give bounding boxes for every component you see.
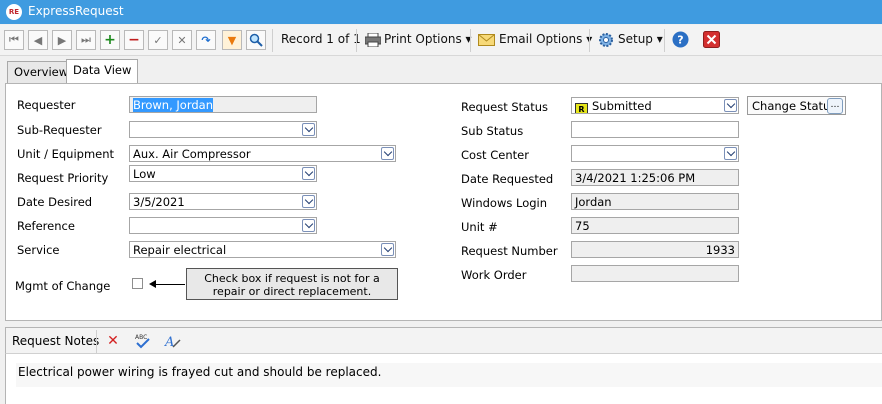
first-record-icon[interactable]: ⏮ xyxy=(4,30,24,50)
date-desired-value: 3/5/2021 xyxy=(133,195,185,209)
text-format-icon[interactable]: A xyxy=(164,332,182,350)
setup-menu[interactable]: Setup ▾ xyxy=(618,32,663,46)
next-record-icon[interactable]: ▶ xyxy=(52,30,72,50)
request-priority-value: Low xyxy=(133,167,156,181)
change-status-label: Change Status xyxy=(752,99,837,113)
request-notes-toolbar: Request Notes ✕ ABC A xyxy=(5,327,882,354)
delete-note-icon[interactable]: ✕ xyxy=(104,332,122,350)
mgmt-of-change-tooltip: Check box if request is not for a repair… xyxy=(186,268,398,300)
request-status-label: Request Status xyxy=(461,100,549,114)
title-bar: RE ExpressRequest xyxy=(0,0,882,24)
request-notes-title: Request Notes xyxy=(12,334,100,348)
help-icon[interactable]: ? xyxy=(672,31,689,48)
work-order-label: Work Order xyxy=(461,268,527,282)
delete-icon[interactable]: − xyxy=(124,30,144,50)
svg-text:ABC: ABC xyxy=(135,334,147,341)
service-label: Service xyxy=(17,243,60,257)
cost-center-label: Cost Center xyxy=(461,148,529,162)
chevron-down-icon[interactable] xyxy=(724,99,737,112)
date-requested-field: 3/4/2021 1:25:06 PM xyxy=(571,169,739,186)
windows-login-field: Jordan xyxy=(571,193,739,210)
svg-text:?: ? xyxy=(677,34,683,47)
request-number-label: Request Number xyxy=(461,244,558,258)
requester-field[interactable]: Brown, Jordan xyxy=(129,96,317,113)
sub-status-label: Sub Status xyxy=(461,124,524,138)
window-title: ExpressRequest xyxy=(28,4,124,18)
request-status-select[interactable]: R Submitted xyxy=(571,97,739,114)
status-flag-icon: R xyxy=(575,103,588,113)
cancel-x-icon[interactable]: ✕ xyxy=(172,30,192,50)
date-requested-label: Date Requested xyxy=(461,172,554,186)
request-notes-body: Electrical power wiring is frayed cut an… xyxy=(5,354,882,404)
sub-requester-label: Sub-Requester xyxy=(17,123,102,137)
refresh-icon[interactable]: ↷ xyxy=(196,30,216,50)
work-order-field xyxy=(571,265,739,282)
chevron-down-icon[interactable] xyxy=(302,167,315,180)
previous-record-icon[interactable]: ◀ xyxy=(28,30,48,50)
chevron-down-icon[interactable] xyxy=(302,195,315,208)
request-notes-textarea[interactable]: Electrical power wiring is frayed cut an… xyxy=(16,363,882,387)
setup-label: Setup xyxy=(618,32,653,46)
unit-equipment-select[interactable]: Aux. Air Compressor xyxy=(129,145,396,162)
app-logo-icon: RE xyxy=(6,4,22,20)
change-status-button[interactable]: Change Status… xyxy=(747,96,846,115)
mgmt-of-change-label: Mgmt of Change xyxy=(15,279,111,293)
date-desired-picker[interactable]: 3/5/2021 xyxy=(129,193,317,210)
print-options-label: Print Options xyxy=(384,32,462,46)
arrow-left-icon xyxy=(149,280,156,288)
ellipsis-icon[interactable]: … xyxy=(827,98,843,114)
request-priority-label: Request Priority xyxy=(17,171,109,185)
filter-icon[interactable]: ▼ xyxy=(222,30,242,50)
unit-equipment-label: Unit / Equipment xyxy=(17,147,115,161)
record-counter: Record 1 of 1 xyxy=(281,32,361,46)
toolbar: ⏮ ◀ ▶ ⏭ + − ✓ ✕ ↷ ▼ Record 1 of 1 Print … xyxy=(0,25,882,56)
cost-center-select[interactable] xyxy=(571,145,739,162)
add-icon[interactable]: + xyxy=(100,30,120,50)
windows-login-label: Windows Login xyxy=(461,196,548,210)
close-icon[interactable] xyxy=(703,31,720,48)
email-options-label: Email Options xyxy=(499,32,583,46)
mgmt-of-change-checkbox[interactable] xyxy=(132,278,143,289)
sub-status-field[interactable] xyxy=(571,121,739,138)
sub-requester-select[interactable] xyxy=(129,121,317,138)
unit-equipment-value: Aux. Air Compressor xyxy=(133,147,251,161)
request-number-field: 1933 xyxy=(571,241,739,258)
envelope-icon xyxy=(478,31,495,48)
save-check-icon[interactable]: ✓ xyxy=(148,30,168,50)
unit-number-label: Unit # xyxy=(461,220,498,234)
reference-label: Reference xyxy=(17,219,75,233)
requester-label: Requester xyxy=(17,98,76,112)
spellcheck-icon[interactable]: ABC xyxy=(134,332,152,350)
service-value: Repair electrical xyxy=(133,243,227,257)
requester-value: Brown, Jordan xyxy=(133,98,213,112)
printer-icon xyxy=(364,31,381,48)
gear-icon xyxy=(597,31,614,48)
chevron-down-icon[interactable] xyxy=(381,147,394,160)
search-zoom-icon[interactable] xyxy=(246,30,266,50)
tab-overview[interactable]: Overview xyxy=(7,61,76,83)
chevron-down-icon[interactable] xyxy=(381,243,394,256)
chevron-down-icon[interactable] xyxy=(302,123,315,136)
callout-arrow xyxy=(153,284,185,285)
reference-select[interactable] xyxy=(129,217,317,234)
chevron-down-icon[interactable] xyxy=(302,219,315,232)
chevron-down-icon[interactable] xyxy=(724,147,737,160)
svg-text:A: A xyxy=(164,335,174,350)
tab-strip: Overview Data View xyxy=(0,57,882,83)
date-desired-label: Date Desired xyxy=(17,195,93,209)
unit-number-field: 75 xyxy=(571,217,739,234)
tab-data-view[interactable]: Data View xyxy=(66,59,139,83)
request-status-value: Submitted xyxy=(592,99,652,113)
email-options-menu[interactable]: Email Options ▾ xyxy=(499,32,592,46)
service-select[interactable]: Repair electrical xyxy=(129,241,396,258)
data-view-panel: Requester Brown, Jordan Sub-Requester Un… xyxy=(5,83,882,321)
last-record-icon[interactable]: ⏭ xyxy=(76,30,96,50)
request-priority-select[interactable]: Low xyxy=(129,165,317,182)
print-options-menu[interactable]: Print Options ▾ xyxy=(384,32,472,46)
